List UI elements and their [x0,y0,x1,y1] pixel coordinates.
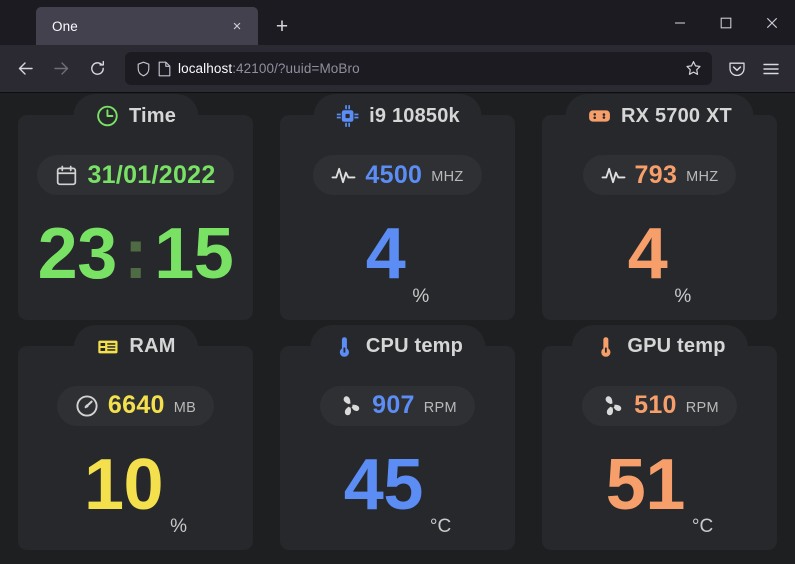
card-title-label: CPU temp [365,335,464,357]
subvalue-unit: RPM [423,399,457,416]
card-title-gpu: RX 5700 XT [565,94,754,138]
mainvalue-text: 4 [365,214,406,295]
forward-button[interactable] [44,52,78,86]
back-button[interactable] [8,52,42,86]
mainvalue-unit: % [412,285,430,307]
cpu-chip-icon [335,104,359,128]
subvalue-text: 510 [634,391,677,419]
subvalue-unit: MHZ [431,169,464,185]
clock-icon [95,104,119,128]
time-minutes: 15 [154,214,234,295]
gamepad-icon [587,104,611,128]
mainvalue-text: 51 [605,444,686,525]
browser-tab-one[interactable]: One × [36,7,258,45]
address-bar[interactable]: localhost:42100/?uuid=MoBro [125,52,712,85]
card-mainvalue-time: 23 : 15 [18,195,253,320]
window-controls [657,0,795,45]
card-title-cpu: i9 10850k [313,94,482,138]
mainvalue-text: 10 [84,444,164,525]
thermometer-icon [593,335,617,359]
memory-stick-icon [95,335,119,359]
card-title-label: i9 10850k [369,104,460,127]
hamburger-menu-icon[interactable] [755,53,787,85]
card-mainvalue-gpu: 4 % [542,195,777,320]
card-subvalue-gpu-temp: 510 RPM [582,385,737,426]
card-mainvalue-cpu: 4 % [280,195,515,320]
page-content: Time 31/01/2022 23 : 15 i9 10850k 4500 M… [0,93,795,564]
card-title-ram: RAM [73,324,198,369]
card-mainvalue-gpu-temp: 51 °C [542,426,777,551]
subvalue-text: 6640 [107,391,165,419]
mainvalue-text: 4 [627,214,668,295]
page-document-icon [158,61,171,77]
card-time[interactable]: Time 31/01/2022 23 : 15 [18,94,253,320]
card-subvalue-cpu: 4500 MHZ [313,155,482,195]
card-title-label: GPU temp [627,335,726,357]
tab-title: One [52,18,78,34]
card-title-cpu-temp: CPU temp [309,324,486,369]
mainvalue-unit: °C [429,516,452,537]
tab-close-icon[interactable]: × [226,15,248,37]
shield-icon [136,61,151,77]
subvalue-unit: MB [173,399,197,416]
card-subvalue-ram: 6640 MB [56,385,215,426]
card-mainvalue-ram: 10 % [18,426,253,551]
browser-window: One × + localhost:42100/?uuid=MoBro Time… [0,0,795,564]
card-title-label: RAM [129,335,176,357]
gauge-icon [75,394,99,418]
card-cpu-temp[interactable]: CPU temp 907 RPM 45 °C [280,324,515,551]
card-subvalue-cpu-temp: 907 RPM [320,385,475,426]
subvalue-text: 793 [634,160,678,189]
activity-pulse-icon [331,163,356,188]
url-host: localhost [178,61,233,76]
tab-bar: One × + [0,0,795,45]
minimize-button[interactable] [657,0,703,45]
url-rest: :42100/?uuid=MoBro [232,61,360,76]
card-subvalue-gpu: 793 MHZ [582,155,737,195]
close-button[interactable] [749,0,795,45]
mainvalue-unit: % [674,285,692,307]
card-title-label: Time [128,104,177,127]
card-subvalue-time: 31/01/2022 [37,155,234,195]
card-mainvalue-cpu-temp: 45 °C [280,426,515,551]
card-gpu[interactable]: RX 5700 XT 793 MHZ 4 % [542,94,777,320]
card-title-label: RX 5700 XT [621,104,732,127]
url-text: localhost:42100/?uuid=MoBro [178,61,678,76]
subvalue-text: 907 [372,391,415,419]
thermometer-icon [332,335,356,359]
mainvalue-unit: % [170,516,187,537]
new-tab-button[interactable]: + [266,10,298,42]
bookmark-star-icon[interactable] [685,60,704,77]
navigation-toolbar: localhost:42100/?uuid=MoBro [0,45,795,92]
card-gpu-temp[interactable]: GPU temp 510 RPM 51 °C [542,324,777,551]
card-title-time: Time [72,94,199,138]
card-cpu[interactable]: i9 10850k 4500 MHZ 4 % [280,94,515,320]
card-ram[interactable]: RAM 6640 MB 10 % [18,324,253,551]
subvalue-text: 31/01/2022 [87,160,216,189]
reload-button[interactable] [80,52,114,86]
time-separator: : [123,214,148,295]
card-title-gpu-temp: GPU temp [571,324,748,369]
subvalue-text: 4500 [365,160,423,189]
time-hours: 23 [37,214,118,295]
subvalue-unit: MHZ [686,169,719,185]
pocket-icon[interactable] [721,53,753,85]
fan-icon [338,393,363,418]
subvalue-unit: RPM [685,399,719,416]
calendar-icon [55,164,78,187]
dashboard-grid: Time 31/01/2022 23 : 15 i9 10850k 4500 M… [18,94,777,551]
mainvalue-text: 45 [343,444,424,525]
maximize-button[interactable] [703,0,749,45]
fan-icon [600,393,625,418]
activity-pulse-icon [601,163,626,188]
mainvalue-unit: °C [691,516,714,537]
